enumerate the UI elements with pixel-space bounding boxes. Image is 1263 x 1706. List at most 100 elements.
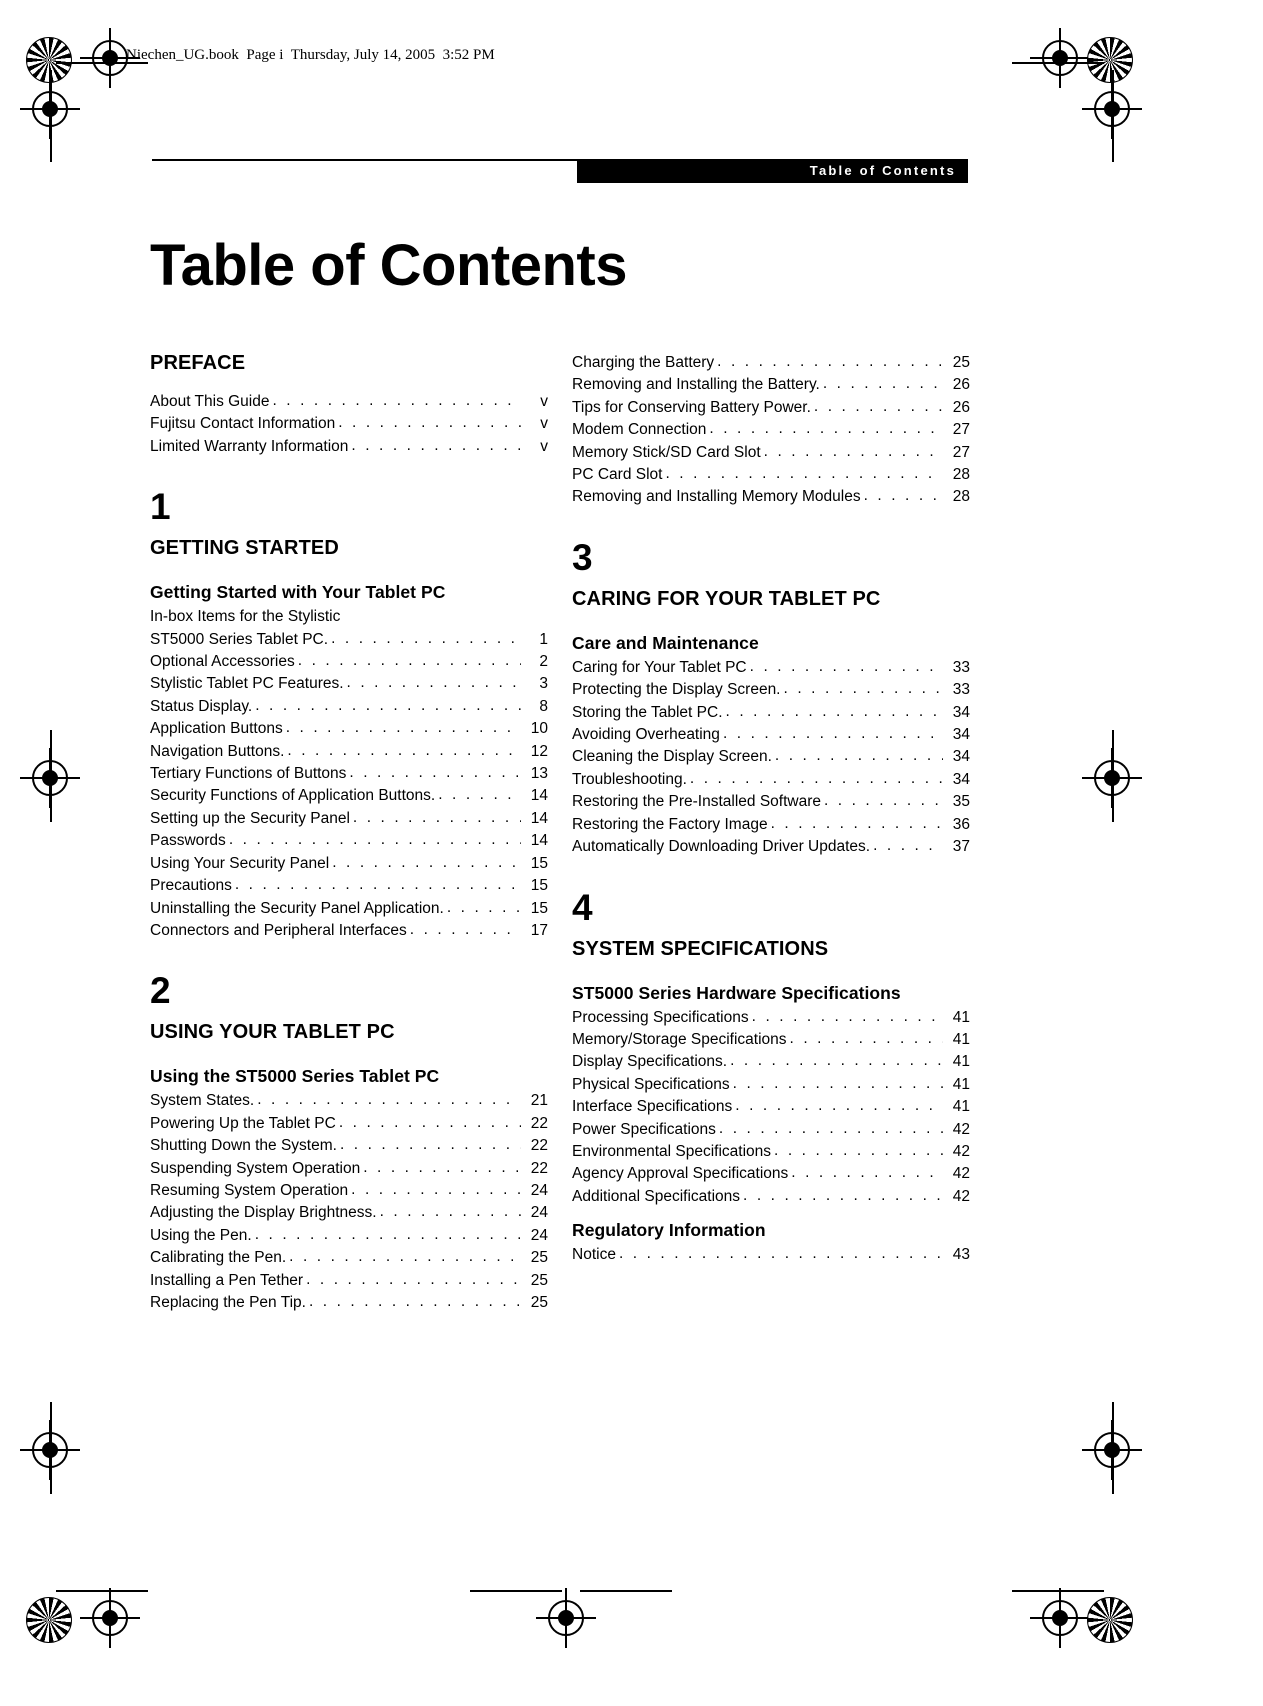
toc-entry-row[interactable]: Processing Specifications. . . . . . . .… (572, 1007, 970, 1029)
toc-entry-row[interactable]: Status Display.. . . . . . . . . . . . .… (150, 696, 548, 718)
toc-entry[interactable]: Cleaning the Display Screen.. . . . . . … (572, 746, 970, 768)
toc-entry-row[interactable]: Restoring the Pre-Installed Software. . … (572, 791, 970, 813)
toc-entry-row[interactable]: Storing the Tablet PC.. . . . . . . . . … (572, 702, 970, 724)
toc-entry[interactable]: Navigation Buttons.. . . . . . . . . . .… (150, 741, 548, 763)
toc-entry[interactable]: Application Buttons. . . . . . . . . . .… (150, 718, 548, 740)
toc-entry[interactable]: Precautions. . . . . . . . . . . . . . .… (150, 875, 548, 897)
toc-entry[interactable]: Modem Connection. . . . . . . . . . . . … (572, 419, 970, 441)
toc-entry[interactable]: Physical Specifications. . . . . . . . .… (572, 1074, 970, 1096)
toc-entry[interactable]: Memory Stick/SD Card Slot. . . . . . . .… (572, 442, 970, 464)
toc-entry-row[interactable]: About This Guide. . . . . . . . . . . . … (150, 391, 548, 413)
toc-entry[interactable]: Replacing the Pen Tip.. . . . . . . . . … (150, 1292, 548, 1314)
toc-entry[interactable]: Passwords. . . . . . . . . . . . . . . .… (150, 830, 548, 852)
toc-entry[interactable]: Avoiding Overheating. . . . . . . . . . … (572, 724, 970, 746)
toc-entry-row[interactable]: Using Your Security Panel. . . . . . . .… (150, 853, 548, 875)
toc-entry[interactable]: Security Functions of Application Button… (150, 785, 548, 807)
toc-entry-row[interactable]: Memory Stick/SD Card Slot. . . . . . . .… (572, 442, 970, 464)
toc-entry-row[interactable]: Setting up the Security Panel. . . . . .… (150, 808, 548, 830)
toc-entry-row[interactable]: Memory/Storage Specifications. . . . . .… (572, 1029, 970, 1051)
toc-entry[interactable]: Optional Accessories. . . . . . . . . . … (150, 651, 548, 673)
toc-entry-row[interactable]: Restoring the Factory Image. . . . . . .… (572, 814, 970, 836)
toc-entry-row[interactable]: Suspending System Operation. . . . . . .… (150, 1158, 548, 1180)
toc-entry[interactable]: Installing a Pen Tether. . . . . . . . .… (150, 1270, 548, 1292)
toc-entry-row[interactable]: Resuming System Operation. . . . . . . .… (150, 1180, 548, 1202)
toc-entry[interactable]: Connectors and Peripheral Interfaces. . … (150, 920, 548, 942)
toc-entry[interactable]: Notice. . . . . . . . . . . . . . . . . … (572, 1244, 970, 1266)
toc-entry-row[interactable]: PC Card Slot. . . . . . . . . . . . . . … (572, 464, 970, 486)
toc-entry-row[interactable]: Powering Up the Tablet PC. . . . . . . .… (150, 1113, 548, 1135)
toc-entry[interactable]: Calibrating the Pen.. . . . . . . . . . … (150, 1247, 548, 1269)
toc-entry[interactable]: Charging the Battery. . . . . . . . . . … (572, 352, 970, 374)
toc-entry[interactable]: Using the Pen.. . . . . . . . . . . . . … (150, 1225, 548, 1247)
toc-entry-row[interactable]: Environmental Specifications. . . . . . … (572, 1141, 970, 1163)
toc-entry-row[interactable]: Automatically Downloading Driver Updates… (572, 836, 970, 858)
toc-entry-row[interactable]: Connectors and Peripheral Interfaces. . … (150, 920, 548, 942)
toc-entry[interactable]: Automatically Downloading Driver Updates… (572, 836, 970, 858)
toc-entry[interactable]: About This Guide. . . . . . . . . . . . … (150, 391, 548, 413)
toc-entry-row[interactable]: Passwords. . . . . . . . . . . . . . . .… (150, 830, 548, 852)
toc-entry[interactable]: Troubleshooting.. . . . . . . . . . . . … (572, 769, 970, 791)
toc-entry[interactable]: Status Display.. . . . . . . . . . . . .… (150, 696, 548, 718)
toc-entry-row[interactable]: ST5000 Series Tablet PC.. . . . . . . . … (150, 629, 548, 651)
toc-entry[interactable]: Memory/Storage Specifications. . . . . .… (572, 1029, 970, 1051)
toc-entry[interactable]: Caring for Your Tablet PC. . . . . . . .… (572, 657, 970, 679)
toc-entry-row[interactable]: Stylistic Tablet PC Features.. . . . . .… (150, 673, 548, 695)
toc-entry-row[interactable]: Removing and Installing Memory Modules. … (572, 486, 970, 508)
toc-entry-row[interactable]: Replacing the Pen Tip.. . . . . . . . . … (150, 1292, 548, 1314)
toc-entry-row[interactable]: Using the Pen.. . . . . . . . . . . . . … (150, 1225, 548, 1247)
toc-entry-row[interactable]: Charging the Battery. . . . . . . . . . … (572, 352, 970, 374)
toc-entry-row[interactable]: Avoiding Overheating. . . . . . . . . . … (572, 724, 970, 746)
toc-entry[interactable]: Protecting the Display Screen.. . . . . … (572, 679, 970, 701)
toc-entry-row[interactable]: Fujitsu Contact Information. . . . . . .… (150, 413, 548, 435)
toc-entry[interactable]: Using Your Security Panel. . . . . . . .… (150, 853, 548, 875)
toc-entry[interactable]: Additional Specifications. . . . . . . .… (572, 1186, 970, 1208)
toc-entry-row[interactable]: Removing and Installing the Battery.. . … (572, 374, 970, 396)
toc-entry[interactable]: Environmental Specifications. . . . . . … (572, 1141, 970, 1163)
toc-entry[interactable]: Limited Warranty Information. . . . . . … (150, 436, 548, 458)
toc-entry[interactable]: Removing and Installing Memory Modules. … (572, 486, 970, 508)
toc-entry[interactable]: Resuming System Operation. . . . . . . .… (150, 1180, 548, 1202)
toc-entry-row[interactable]: Application Buttons. . . . . . . . . . .… (150, 718, 548, 740)
toc-entry-row[interactable]: Display Specifications.. . . . . . . . .… (572, 1051, 970, 1073)
toc-entry[interactable]: Uninstalling the Security Panel Applicat… (150, 898, 548, 920)
toc-entry-row[interactable]: System States.. . . . . . . . . . . . . … (150, 1090, 548, 1112)
toc-entry-row[interactable]: Uninstalling the Security Panel Applicat… (150, 898, 548, 920)
toc-entry-row[interactable]: Troubleshooting.. . . . . . . . . . . . … (572, 769, 970, 791)
toc-entry[interactable]: ST5000 Series Tablet PC.. . . . . . . . … (150, 629, 548, 651)
toc-entry-row[interactable]: Modem Connection. . . . . . . . . . . . … (572, 419, 970, 441)
toc-entry[interactable]: Powering Up the Tablet PC. . . . . . . .… (150, 1113, 548, 1135)
toc-entry[interactable]: Power Specifications. . . . . . . . . . … (572, 1119, 970, 1141)
toc-entry[interactable]: In-box Items for the Stylistic. . . . . … (150, 606, 548, 628)
toc-entry-row[interactable]: Precautions. . . . . . . . . . . . . . .… (150, 875, 548, 897)
toc-entry[interactable]: Tertiary Functions of Buttons. . . . . .… (150, 763, 548, 785)
toc-entry[interactable]: Restoring the Factory Image. . . . . . .… (572, 814, 970, 836)
toc-entry[interactable]: Storing the Tablet PC.. . . . . . . . . … (572, 702, 970, 724)
toc-entry[interactable]: Suspending System Operation. . . . . . .… (150, 1158, 548, 1180)
toc-entry-row[interactable]: Limited Warranty Information. . . . . . … (150, 436, 548, 458)
toc-entry[interactable]: Agency Approval Specifications. . . . . … (572, 1163, 970, 1185)
toc-entry[interactable]: Stylistic Tablet PC Features.. . . . . .… (150, 673, 548, 695)
toc-entry-row[interactable]: Tertiary Functions of Buttons. . . . . .… (150, 763, 548, 785)
toc-entry-row[interactable]: Optional Accessories. . . . . . . . . . … (150, 651, 548, 673)
toc-entry[interactable]: Display Specifications.. . . . . . . . .… (572, 1051, 970, 1073)
toc-entry-row[interactable]: Notice. . . . . . . . . . . . . . . . . … (572, 1244, 970, 1266)
toc-entry-row[interactable]: Power Specifications. . . . . . . . . . … (572, 1119, 970, 1141)
toc-entry[interactable]: Restoring the Pre-Installed Software. . … (572, 791, 970, 813)
toc-entry[interactable]: Shutting Down the System.. . . . . . . .… (150, 1135, 548, 1157)
toc-entry[interactable]: Interface Specifications. . . . . . . . … (572, 1096, 970, 1118)
toc-entry-row[interactable]: Adjusting the Display Brightness.. . . .… (150, 1202, 548, 1224)
toc-entry-row[interactable]: Cleaning the Display Screen.. . . . . . … (572, 746, 970, 768)
toc-entry-row[interactable]: Calibrating the Pen.. . . . . . . . . . … (150, 1247, 548, 1269)
toc-entry-row[interactable]: Installing a Pen Tether. . . . . . . . .… (150, 1270, 548, 1292)
toc-entry-row[interactable]: Protecting the Display Screen.. . . . . … (572, 679, 970, 701)
toc-entry-row[interactable]: In-box Items for the Stylistic. . . . . … (150, 606, 548, 628)
toc-entry-row[interactable]: Interface Specifications. . . . . . . . … (572, 1096, 970, 1118)
toc-entry-row[interactable]: Navigation Buttons.. . . . . . . . . . .… (150, 741, 548, 763)
toc-entry[interactable]: Processing Specifications. . . . . . . .… (572, 1007, 970, 1029)
toc-entry[interactable]: System States.. . . . . . . . . . . . . … (150, 1090, 548, 1112)
toc-entry-row[interactable]: Caring for Your Tablet PC. . . . . . . .… (572, 657, 970, 679)
toc-entry-row[interactable]: Agency Approval Specifications. . . . . … (572, 1163, 970, 1185)
toc-entry[interactable]: PC Card Slot. . . . . . . . . . . . . . … (572, 464, 970, 486)
toc-entry[interactable]: Fujitsu Contact Information. . . . . . .… (150, 413, 548, 435)
toc-entry-row[interactable]: Tips for Conserving Battery Power.. . . … (572, 397, 970, 419)
